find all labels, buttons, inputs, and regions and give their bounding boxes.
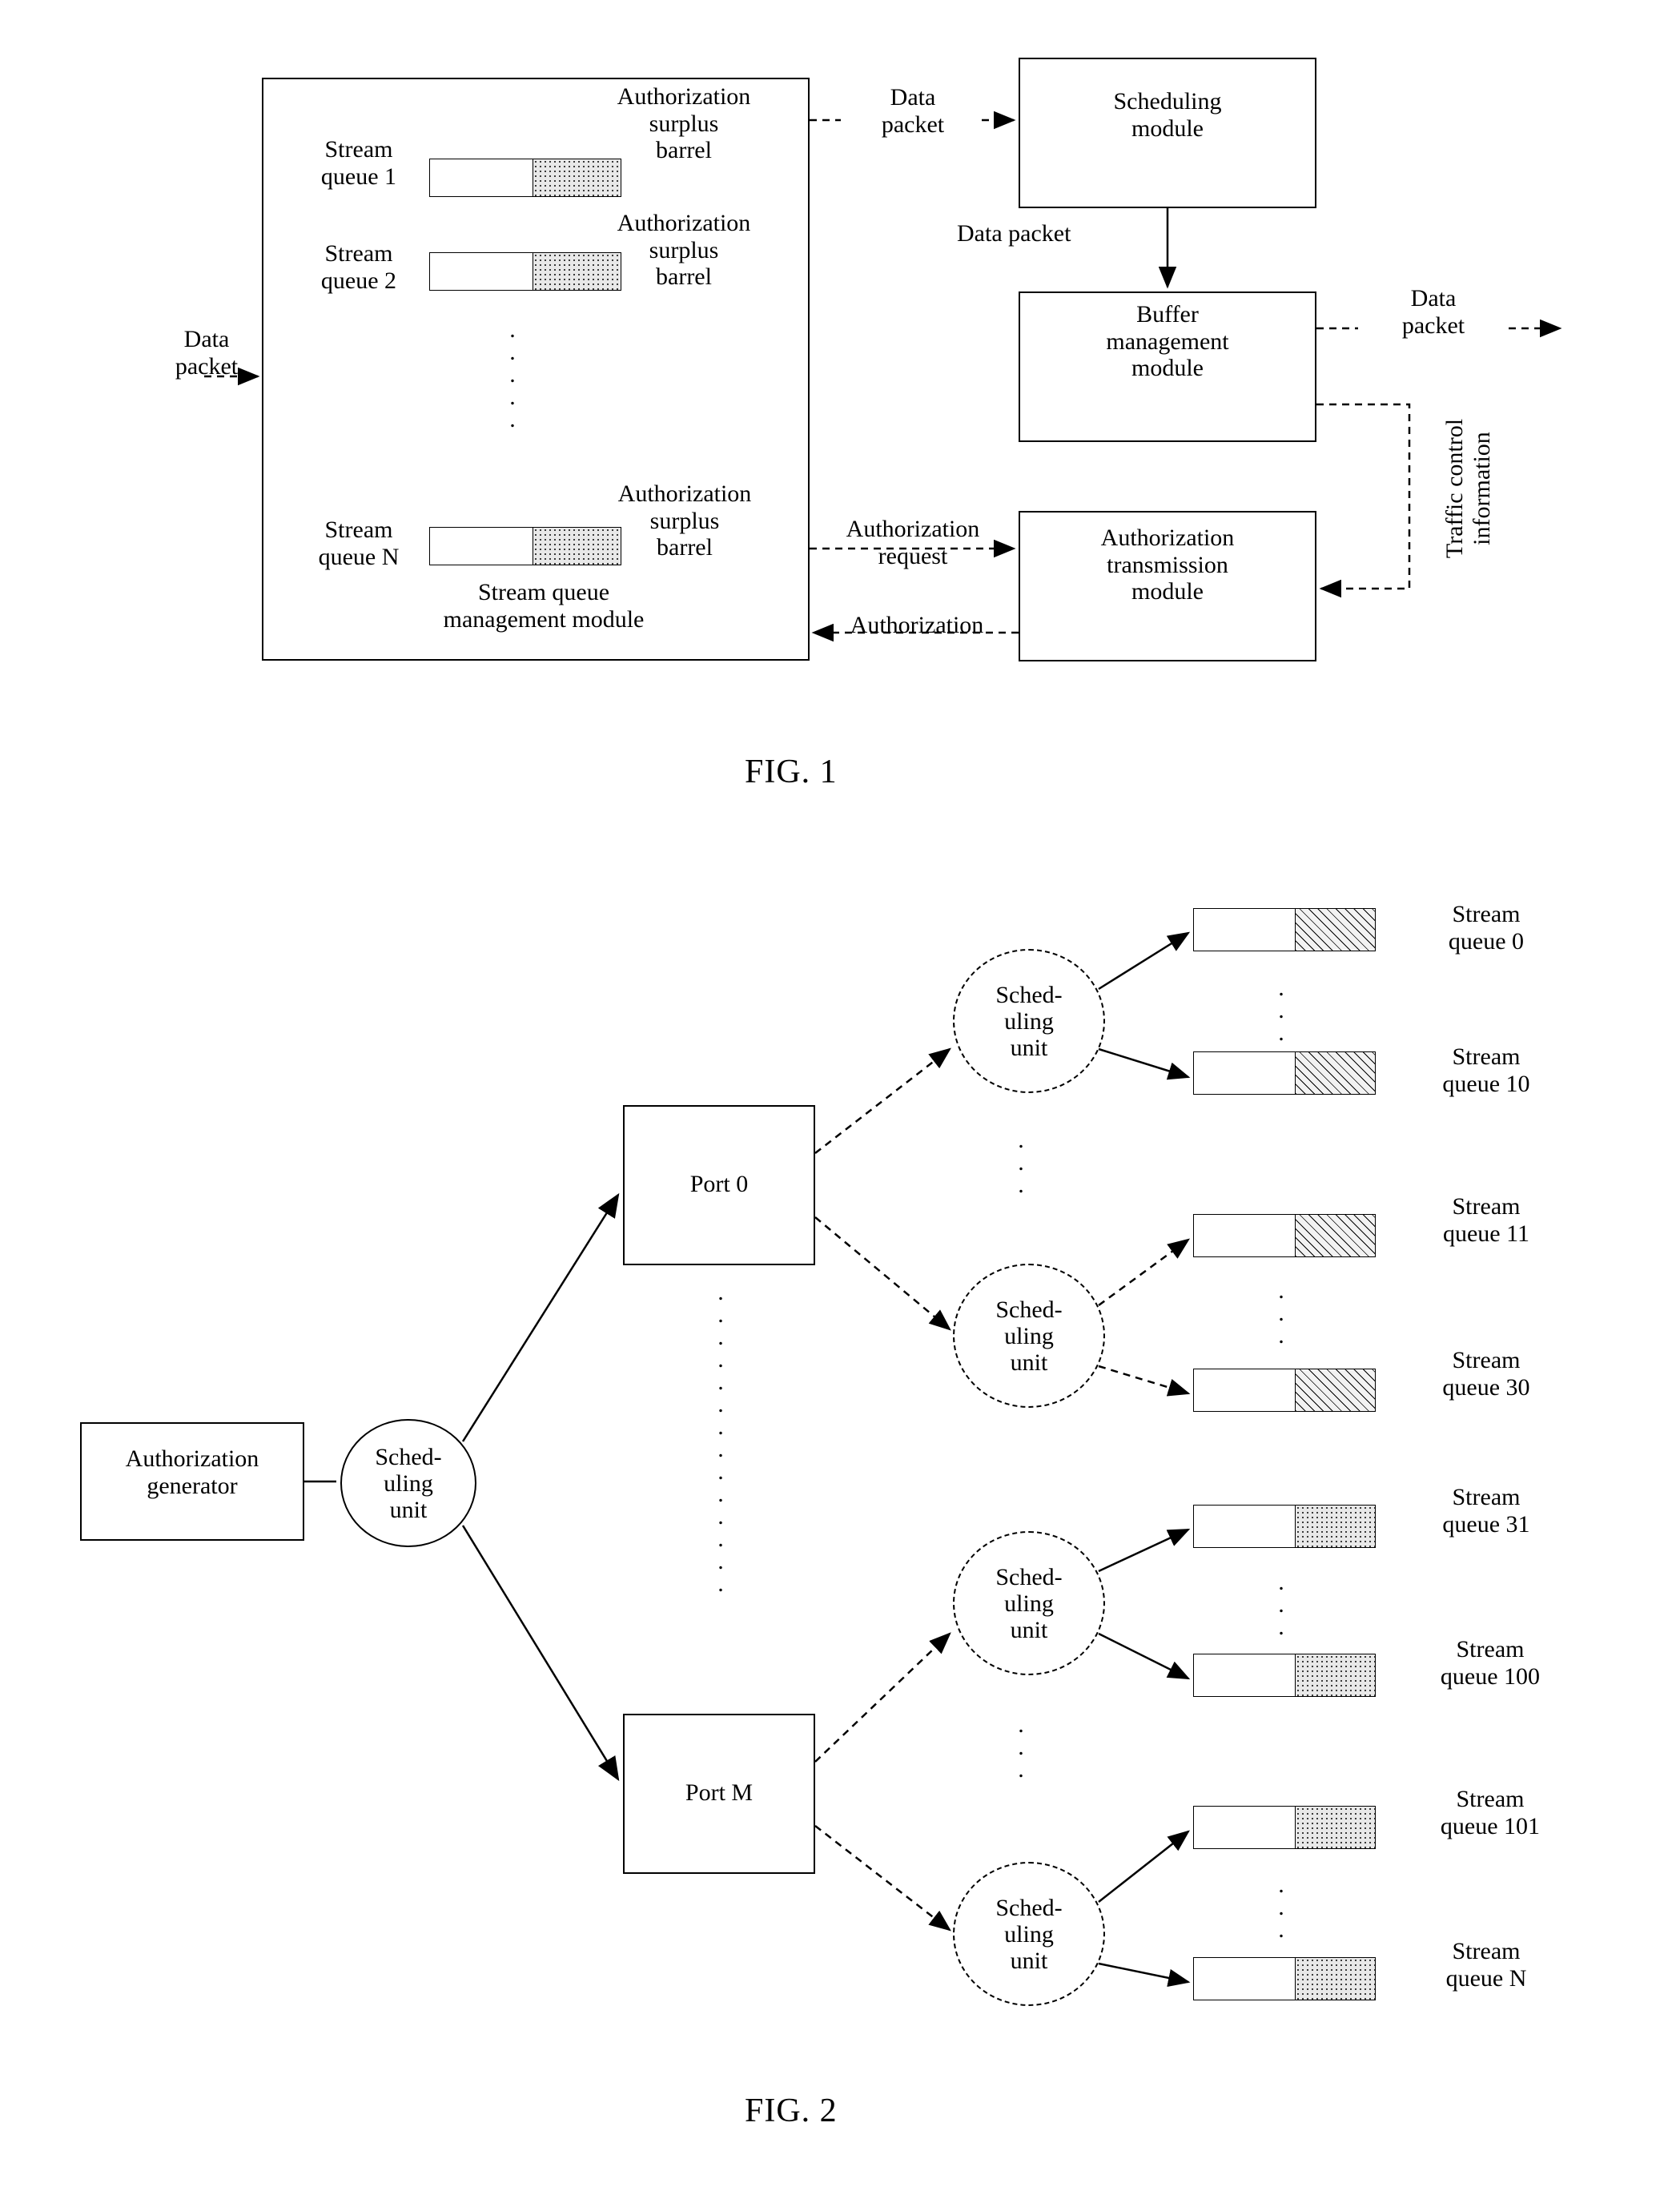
fig2-stream-queue-0-bar bbox=[1193, 908, 1376, 951]
fig2-stream-queue-10-fill bbox=[1295, 1052, 1375, 1094]
fig2-stream-queue-0-label: Stream queue 0 bbox=[1448, 901, 1525, 955]
fig2-queue-ellipsis-3: ... bbox=[1278, 1569, 1284, 1640]
authorization-generator-label: Authorization generator bbox=[125, 1445, 259, 1499]
scheduling-unit-root: Sched- uling unit bbox=[340, 1419, 476, 1547]
data-packet-output-label: Data packet bbox=[1401, 285, 1465, 339]
fig2-scheduling-ellipsis-2: ... bbox=[1018, 1711, 1024, 1783]
fig2-stream-queue-0-fill bbox=[1295, 909, 1375, 951]
authorization-request-label: Authorization request bbox=[846, 516, 980, 569]
stream-queue-management-module-label: Stream queue management module bbox=[443, 579, 645, 633]
data-packet-to-scheduling-label: Data packet bbox=[881, 84, 945, 138]
fig2-stream-queue-30-label: Stream queue 30 bbox=[1442, 1347, 1530, 1401]
port-m-label: Port M bbox=[685, 1779, 754, 1806]
fig2-stream-queue-n-fill bbox=[1295, 1958, 1375, 2000]
scheduling-unit-portm-b: Sched- uling unit bbox=[953, 1862, 1105, 2006]
port-0-label: Port 0 bbox=[689, 1171, 749, 1197]
authorization-surplus-barrel-n-label: Authorization surplus barrel bbox=[617, 480, 752, 561]
fig2-stream-queue-11-label: Stream queue 11 bbox=[1442, 1193, 1530, 1247]
stream-queue-1-bar bbox=[429, 159, 621, 197]
queue-ellipsis: ..... bbox=[509, 316, 516, 432]
patent-figure-page: Stream queue 1 Authorization surplus bar… bbox=[0, 0, 1680, 2195]
fig2-stream-queue-100-fill bbox=[1295, 1654, 1375, 1696]
fig2-queue-ellipsis-1: ... bbox=[1278, 975, 1284, 1046]
stream-queue-1-label: Stream queue 1 bbox=[320, 136, 397, 190]
port-ellipsis: .............. bbox=[717, 1279, 724, 1597]
fig2-scheduling-ellipsis-1: ... bbox=[1018, 1127, 1024, 1198]
fig2-stream-queue-31-bar bbox=[1193, 1505, 1376, 1548]
scheduling-unit-port0-a: Sched- uling unit bbox=[953, 949, 1105, 1093]
data-packet-input-label: Data packet bbox=[175, 326, 239, 380]
fig2-stream-queue-10-label: Stream queue 10 bbox=[1442, 1043, 1530, 1097]
fig2-stream-queue-100-label: Stream queue 100 bbox=[1440, 1636, 1541, 1690]
scheduling-unit-portm-a: Sched- uling unit bbox=[953, 1531, 1105, 1675]
data-packet-to-buffer-label: Data packet bbox=[957, 220, 1071, 247]
authorization-transmission-module-label: Authorization transmission module bbox=[1100, 525, 1235, 605]
fig2-stream-queue-31-label: Stream queue 31 bbox=[1442, 1484, 1530, 1538]
authorization-surplus-barrel-2-label: Authorization surplus barrel bbox=[617, 210, 751, 291]
buffer-management-module-label: Buffer management module bbox=[1106, 301, 1229, 382]
fig2-stream-queue-n-bar bbox=[1193, 1957, 1376, 2000]
scheduling-unit-port0-b: Sched- uling unit bbox=[953, 1264, 1105, 1408]
fig2-stream-queue-101-label: Stream queue 101 bbox=[1440, 1786, 1541, 1839]
fig2-stream-queue-100-bar bbox=[1193, 1654, 1376, 1697]
figure-1-caption: FIG. 1 bbox=[745, 754, 838, 790]
fig2-stream-queue-101-fill bbox=[1295, 1807, 1375, 1848]
fig2-queue-ellipsis-2: ... bbox=[1278, 1277, 1284, 1349]
fig2-stream-queue-101-bar bbox=[1193, 1806, 1376, 1849]
fig2-stream-queue-n-label: Stream queue N bbox=[1445, 1938, 1527, 1992]
fig2-stream-queue-10-bar bbox=[1193, 1051, 1376, 1095]
stream-queue-1-bar-fill bbox=[533, 159, 621, 196]
fig2-stream-queue-30-bar bbox=[1193, 1369, 1376, 1412]
stream-queue-n-label: Stream queue N bbox=[318, 517, 400, 570]
fig2-queue-ellipsis-4: ... bbox=[1278, 1871, 1284, 1943]
fig2-stream-queue-30-fill bbox=[1295, 1369, 1375, 1411]
authorization-surplus-barrel-1-label: Authorization surplus barrel bbox=[617, 83, 751, 164]
authorization-label: Authorization bbox=[850, 612, 984, 638]
stream-queue-2-label: Stream queue 2 bbox=[320, 240, 397, 294]
fig2-stream-queue-11-fill bbox=[1295, 1215, 1375, 1256]
fig2-stream-queue-31-fill bbox=[1295, 1506, 1375, 1547]
figure-2-caption: FIG. 2 bbox=[745, 2092, 838, 2129]
traffic-control-information-label: Traffic control information bbox=[1441, 418, 1495, 559]
scheduling-module-label: Scheduling module bbox=[1113, 88, 1222, 142]
fig2-stream-queue-11-bar bbox=[1193, 1214, 1376, 1257]
